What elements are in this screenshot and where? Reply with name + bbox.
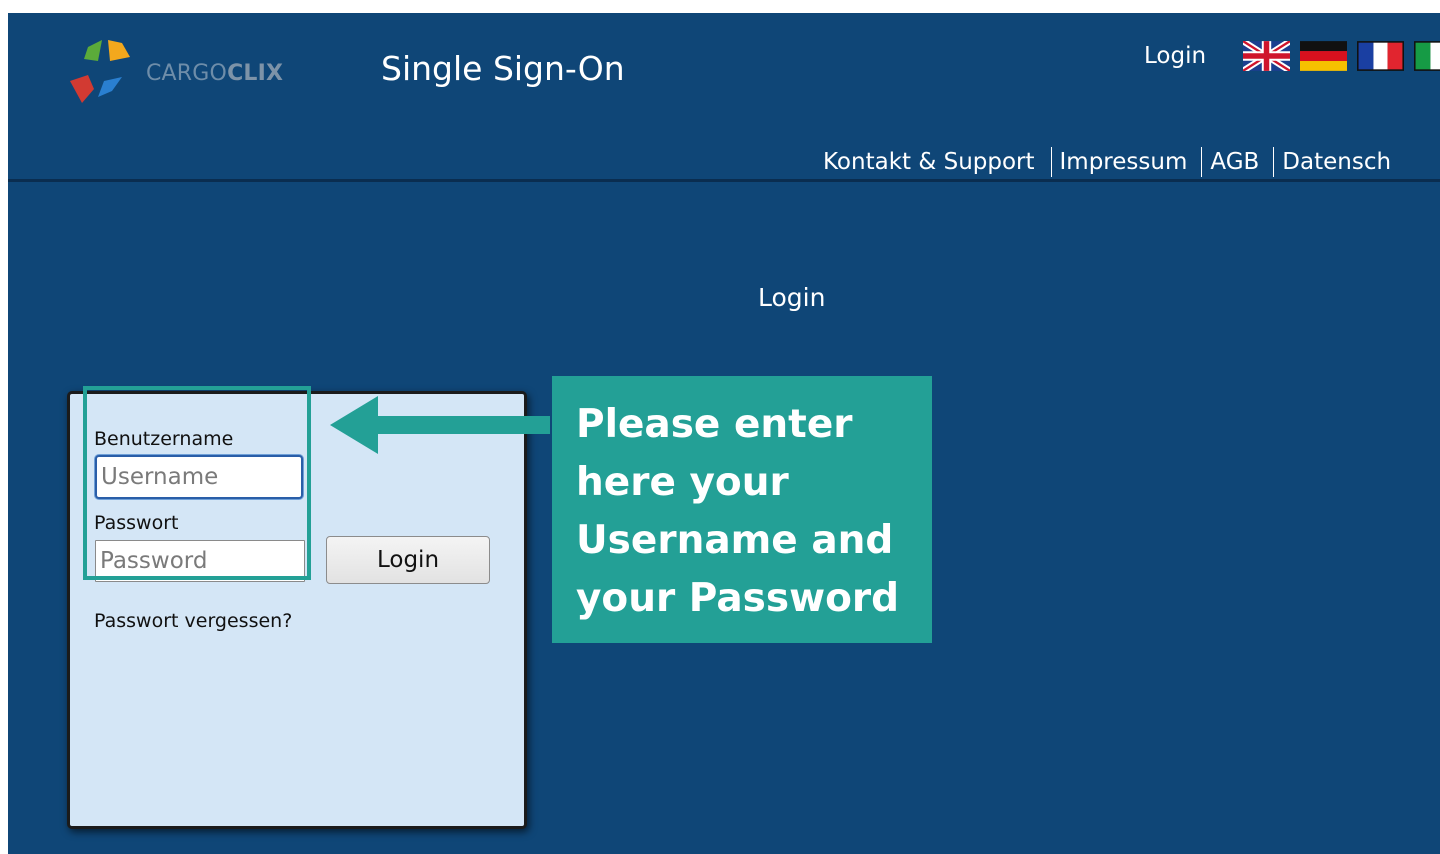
cargoclix-logo[interactable]: CARGOCLIX <box>68 37 308 107</box>
callout-line: Username and <box>576 518 894 563</box>
nav-link-datenschutz[interactable]: Datensch <box>1282 149 1391 175</box>
italy-flag-clip <box>1414 41 1440 71</box>
france-flag-icon[interactable] <box>1357 41 1404 71</box>
page: CARGOCLIX Single Sign-On Login Kontakt &… <box>8 13 1440 854</box>
germany-flag-icon[interactable] <box>1300 41 1347 71</box>
callout-line: here your <box>576 460 789 505</box>
header-divider <box>8 179 1440 182</box>
footer-nav: Kontakt & Support Impressum AGB Datensch <box>823 147 1391 177</box>
uk-flag-icon[interactable] <box>1243 41 1290 71</box>
callout-line: Please enter <box>576 402 853 447</box>
callout-line: your Password <box>576 576 900 621</box>
language-selector <box>1243 41 1440 71</box>
nav-link-kontakt-support[interactable]: Kontakt & Support <box>823 149 1035 175</box>
app-title: Single Sign-On <box>381 49 625 88</box>
nav-link-impressum[interactable]: Impressum <box>1060 149 1188 175</box>
annotation-callout: Please enter here your Username and your… <box>552 376 932 643</box>
forgot-password-link[interactable]: Passwort vergessen? <box>94 610 292 632</box>
nav-separator <box>1050 147 1052 177</box>
login-button[interactable]: Login <box>326 536 490 584</box>
logo-wordmark: CARGOCLIX <box>146 61 284 86</box>
nav-separator <box>1273 147 1275 177</box>
nav-separator <box>1201 147 1203 177</box>
annotation-highlight-box <box>83 386 311 580</box>
header-login-link[interactable]: Login <box>1144 43 1206 69</box>
nav-link-agb[interactable]: AGB <box>1210 149 1259 175</box>
annotation-arrow-icon <box>330 396 550 454</box>
cargoclix-logo-icon <box>70 40 130 103</box>
italy-flag-icon[interactable] <box>1414 41 1440 71</box>
page-title: Login <box>758 283 826 312</box>
